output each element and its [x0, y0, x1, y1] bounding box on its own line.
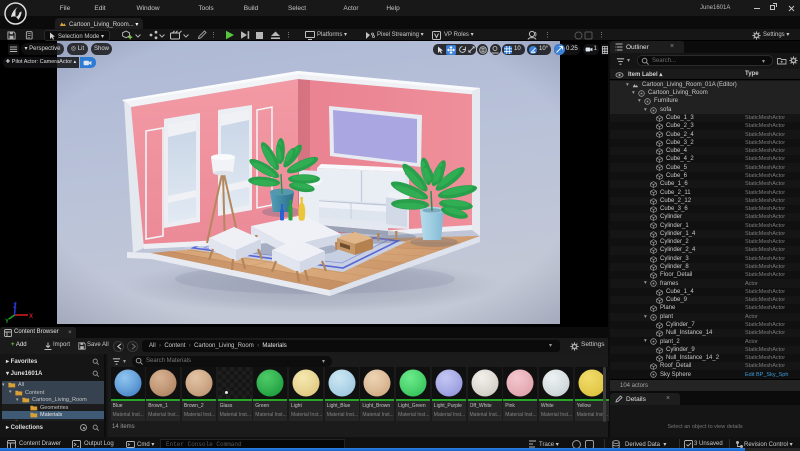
- svg-text:Y: Y: [5, 319, 9, 323]
- svg-text:Z: Z: [13, 304, 17, 310]
- svg-text:X: X: [29, 314, 33, 320]
